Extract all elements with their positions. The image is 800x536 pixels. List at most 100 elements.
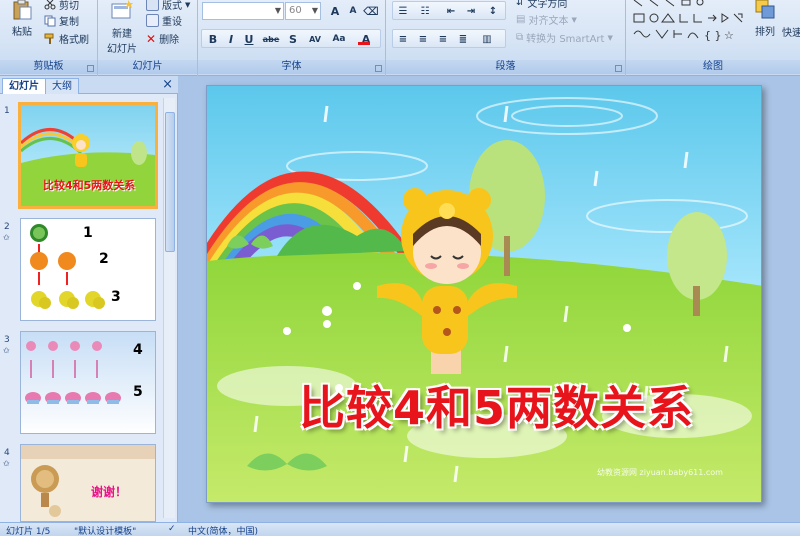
italic-button[interactable]: I xyxy=(222,30,240,47)
slide-thumbnail-1[interactable]: 比较4和5两数关系 xyxy=(18,102,158,209)
spellcheck-icon[interactable]: ✓ xyxy=(168,524,176,534)
slide-number-4: 4 xyxy=(4,448,10,458)
pane-scrollbar[interactable] xyxy=(163,98,175,518)
align-text-button[interactable]: ▤ 对齐文本 ▼ xyxy=(516,12,577,27)
new-slide-label-1: 新建 xyxy=(112,29,132,40)
drawing-group-label: 绘图 xyxy=(626,60,800,74)
format-painter-label: 格式刷 xyxy=(59,35,89,46)
align-right-button[interactable]: ≡ xyxy=(434,30,452,47)
slide-3-label-5: 5 xyxy=(133,384,143,400)
format-painter-button[interactable]: 格式刷 xyxy=(44,31,89,46)
numbering-button[interactable]: ☷ xyxy=(416,2,434,19)
arrange-icon xyxy=(755,0,775,19)
slide-2-label-2: 2 xyxy=(99,251,109,267)
reset-icon xyxy=(146,14,159,27)
underline-button[interactable]: U xyxy=(240,30,258,47)
increase-indent-button[interactable]: ⇥ xyxy=(462,2,480,19)
columns-button[interactable]: ▥ xyxy=(478,30,496,47)
new-slide-icon xyxy=(111,0,133,19)
paste-label: 粘贴 xyxy=(12,27,32,38)
change-case-button[interactable]: Aa xyxy=(328,30,350,47)
convert-smartart-button[interactable]: ⧉ 转换为 SmartArt ▼ xyxy=(516,30,613,45)
slide-3-label-4: 4 xyxy=(133,342,143,358)
strikethrough-button[interactable]: abe xyxy=(260,30,282,47)
arrange-button[interactable]: 排列 xyxy=(750,0,780,38)
pane-tabs: 幻灯片 大纲 × xyxy=(0,76,178,94)
font-color-button[interactable]: A xyxy=(354,30,378,47)
text-direction-button[interactable]: ⇵ 文字方向 xyxy=(516,0,567,10)
tab-slides[interactable]: 幻灯片 xyxy=(2,78,46,94)
clipboard-group-label: 剪贴板 xyxy=(0,60,97,74)
tab-outline[interactable]: 大纲 xyxy=(45,78,79,94)
copy-label: 复制 xyxy=(59,17,79,28)
slide-2-label-1: 1 xyxy=(83,225,93,241)
font-color-swatch xyxy=(358,42,370,45)
drawing-group: { } ☆ 排列 快速 绘图 xyxy=(626,0,800,76)
slide-background-illustration xyxy=(207,86,761,502)
clear-format-icon[interactable]: ⌫ xyxy=(362,2,380,19)
paintbrush-icon xyxy=(44,33,54,44)
char-spacing-button[interactable]: AV xyxy=(304,30,326,47)
status-bar: 幻灯片 1/5 "默认设计模板" ✓ 中文(简体，中国) xyxy=(0,522,800,536)
slide-1-thumb-title: 比较4和5两数关系 xyxy=(43,179,136,192)
shrink-font-button[interactable]: A xyxy=(344,2,362,19)
slide-4-preview xyxy=(21,445,155,521)
paste-icon xyxy=(13,0,32,20)
chevron-down-icon: ▼ xyxy=(311,6,318,15)
current-slide[interactable]: 比较4和5两数关系 幼教资源网 ziyuan.baby611.com xyxy=(206,85,762,503)
slide-number-2: 2 xyxy=(4,222,10,232)
clipboard-launcher-icon[interactable] xyxy=(87,65,94,72)
paste-button[interactable]: 粘贴 xyxy=(4,0,40,38)
scrollbar-thumb[interactable] xyxy=(165,112,175,252)
slide-title[interactable]: 比较4和5两数关系 xyxy=(299,372,694,438)
copy-button[interactable]: 复制 xyxy=(44,13,79,28)
slide-thumbnail-2[interactable]: 1 2 3 xyxy=(20,218,156,321)
justify-button[interactable]: ≣ xyxy=(454,30,472,47)
slides-group: 新建 幻灯片 版式 ▼ 重设 ✕ 删除 幻灯片 xyxy=(98,0,198,76)
decrease-indent-button[interactable]: ⇤ xyxy=(442,2,460,19)
convert-smartart-label: 转换为 SmartArt xyxy=(526,34,605,45)
line-spacing-button[interactable]: ↕ xyxy=(484,2,502,19)
slide-2-label-3: 3 xyxy=(111,289,121,305)
layout-button[interactable]: 版式 ▼ xyxy=(146,0,190,12)
shapes-gallery[interactable]: { } ☆ xyxy=(632,0,750,50)
new-slide-button[interactable]: 新建 幻灯片 xyxy=(102,0,142,55)
font-name-combo[interactable]: ▼ xyxy=(202,2,284,20)
cut-label: 剪切 xyxy=(59,1,79,12)
slides-group-label: 幻灯片 xyxy=(98,60,197,74)
language[interactable]: 中文(简体，中国) xyxy=(188,524,258,536)
reset-button[interactable]: 重设 xyxy=(146,13,182,28)
copy-icon xyxy=(44,15,56,26)
delete-button[interactable]: ✕ 删除 xyxy=(146,31,179,47)
slide-number-1: 1 xyxy=(4,106,10,116)
quick-styles-button[interactable]: 快速 xyxy=(782,24,800,39)
chevron-down-icon: ▼ xyxy=(274,6,281,15)
font-launcher-icon[interactable] xyxy=(375,65,382,72)
align-center-button[interactable]: ≡ xyxy=(414,30,432,47)
bullets-button[interactable]: ☰ xyxy=(394,2,412,19)
shadow-button[interactable]: S xyxy=(284,30,302,47)
slide-thumbnail-3[interactable]: 4 5 xyxy=(20,331,156,434)
arrange-label: 排列 xyxy=(755,27,775,38)
align-text-icon: ▤ xyxy=(516,14,526,25)
animation-star-icon: ✩ xyxy=(3,459,10,468)
font-size-combo[interactable]: 60 ▼ xyxy=(285,2,321,20)
delete-icon: ✕ xyxy=(146,31,157,46)
cut-button[interactable]: 剪切 xyxy=(44,0,79,12)
grow-font-button[interactable]: A xyxy=(326,2,344,19)
watermark: 幼教资源网 ziyuan.baby611.com xyxy=(597,468,723,477)
animation-star-icon: ✩ xyxy=(3,233,10,242)
align-left-button[interactable]: ≡ xyxy=(394,30,412,47)
new-slide-label-2: 幻灯片 xyxy=(107,44,137,55)
theme-name[interactable]: "默认设计模板" xyxy=(74,524,136,536)
chevron-down-icon: ▼ xyxy=(607,33,613,42)
reset-label: 重设 xyxy=(162,17,182,28)
slide-thumbnail-4[interactable]: 谢谢！ xyxy=(20,444,156,522)
paragraph-launcher-icon[interactable] xyxy=(615,65,622,72)
align-text-label: 对齐文本 xyxy=(528,16,569,27)
close-icon[interactable]: × xyxy=(162,77,173,92)
bold-button[interactable]: B xyxy=(204,30,222,47)
layout-icon xyxy=(146,0,159,11)
slides-pane: 幻灯片 大纲 × 1 比较4和5两数关系 2 ✩ 1 2 3 3 ✩ 4 5 4… xyxy=(0,76,178,522)
slide-number-3: 3 xyxy=(4,335,10,345)
